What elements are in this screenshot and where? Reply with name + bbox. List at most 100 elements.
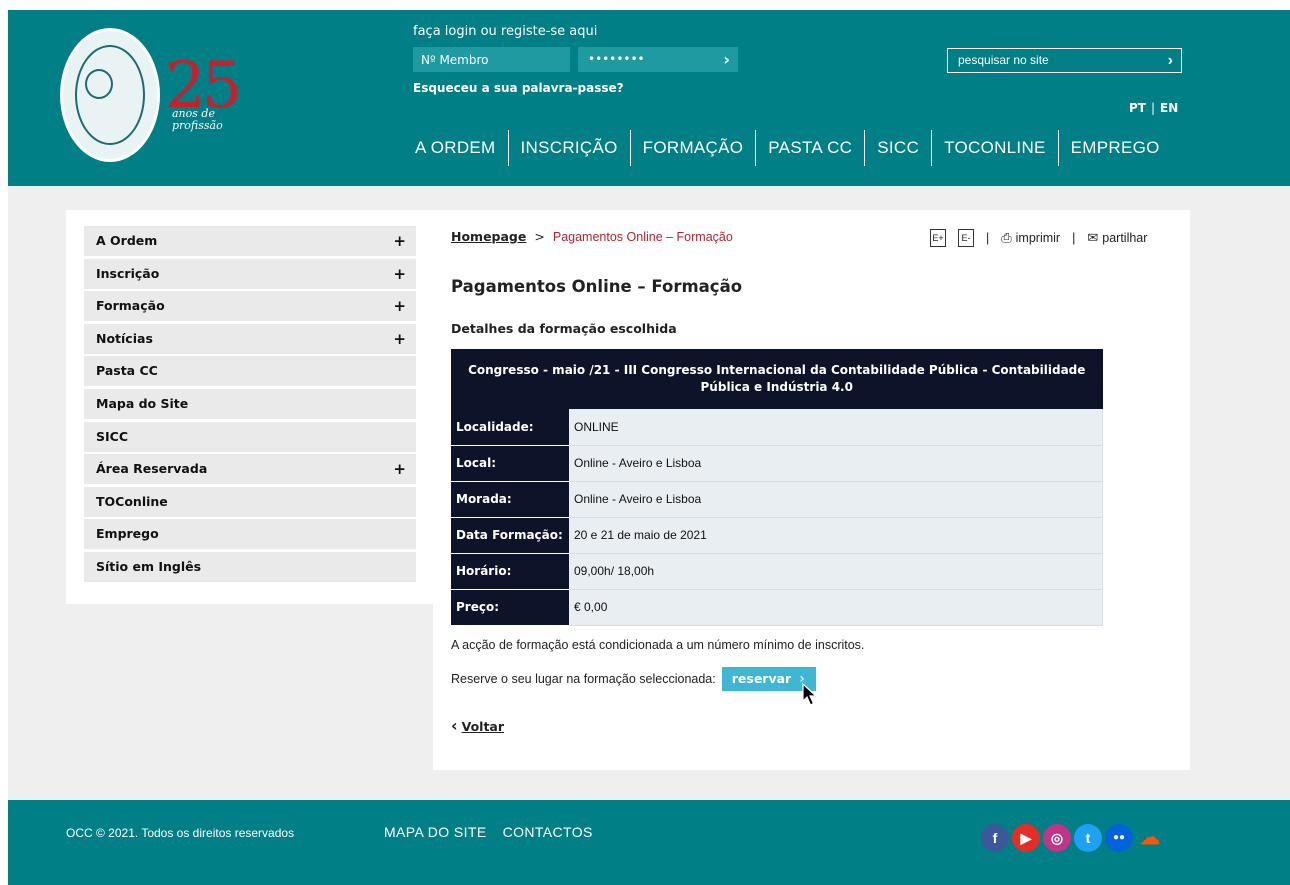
login-prompt[interactable]: faça login ou registe-se aqui	[413, 24, 597, 39]
sidebar-item-pasta-cc[interactable]: Pasta CC	[84, 356, 416, 387]
search-input[interactable]: pesquisar no site ›	[947, 48, 1182, 73]
detail-label: Morada:	[451, 481, 569, 518]
member-number-input[interactable]	[413, 47, 570, 72]
nav-sicc[interactable]: SICC	[864, 130, 931, 166]
main-nav: A ORDEM INSCRIÇÃO FORMAÇÃO PASTA CC SICC…	[413, 130, 1172, 166]
sidebar-item-mapa-do-site[interactable]: Mapa do Site	[84, 388, 416, 419]
section-subtitle: Detalhes da formação escolhida	[451, 321, 677, 336]
nav-emprego[interactable]: EMPREGO	[1057, 130, 1172, 166]
youtube-icon[interactable]: ▶	[1012, 824, 1040, 852]
sidebar-item-label: Pasta CC	[96, 363, 158, 379]
back-link[interactable]: ‹ Voltar	[451, 716, 504, 735]
table-row: Localidade: ONLINE	[451, 409, 1103, 446]
breadcrumb-current: Pagamentos Online – Formação	[552, 230, 733, 244]
soundcloud-icon[interactable]: ☁	[1136, 824, 1164, 852]
sidebar-item-area-reservada[interactable]: Área Reservada +	[84, 454, 416, 485]
sidebar-item-label: Emprego	[96, 526, 159, 542]
footer-link-contacts[interactable]: CONTACTOS	[503, 824, 593, 840]
password-mask: ••••••••	[588, 52, 645, 66]
search-placeholder: pesquisar no site	[958, 53, 1049, 67]
login-submit-icon[interactable]: ›	[723, 47, 730, 72]
expand-icon[interactable]: +	[393, 259, 406, 289]
reserve-prompt: Reserve o seu lugar na formação seleccio…	[451, 672, 716, 686]
forgot-password-link[interactable]: Esqueceu a sua palavra-passe?	[413, 81, 624, 95]
nav-toconline[interactable]: TOCONLINE	[931, 130, 1058, 166]
sidebar-item-emprego[interactable]: Emprego	[84, 519, 416, 550]
sidebar-item-inscricao[interactable]: Inscrição +	[84, 258, 416, 289]
sidebar-item-label: Mapa do Site	[96, 395, 189, 411]
sidebar-item-label: Inscrição	[96, 265, 160, 281]
search-submit-icon[interactable]: ›	[1168, 49, 1173, 72]
decrease-font-icon[interactable]: E-	[958, 229, 974, 247]
breadcrumb-home-link[interactable]: Homepage	[451, 229, 526, 244]
detail-value: € 0,00	[569, 589, 1103, 626]
sidebar-item-label: Sítio em Inglês	[96, 558, 202, 574]
table-row: Data Formação: 20 e 21 de maio de 2021	[451, 517, 1103, 554]
chevron-left-icon: ‹	[451, 716, 458, 735]
table-row: Local: Online - Aveiro e Lisboa	[451, 445, 1103, 482]
table-row: Preço: € 0,00	[451, 589, 1103, 626]
flickr-icon[interactable]: ●●	[1105, 824, 1133, 852]
minimum-enrollment-note: A acção de formação está condicionada a …	[451, 638, 865, 652]
back-label: Voltar	[461, 719, 505, 734]
sidebar-item-sicc[interactable]: SICC	[84, 421, 416, 452]
expand-icon[interactable]: +	[393, 291, 406, 321]
occ-seal-logo[interactable]	[60, 28, 160, 162]
page-tools: E+ E- | ⎙ imprimir | ✉ partilhar	[930, 229, 1147, 247]
copyright-text: OCC © 2021. Todos os direitos reservados	[66, 826, 295, 840]
detail-value: Online - Aveiro e Lisboa	[569, 445, 1103, 482]
expand-icon[interactable]: +	[393, 454, 406, 484]
detail-label: Preço:	[451, 589, 569, 626]
anniversary-text: anos de profissão	[172, 107, 223, 132]
course-title: Congresso - maio /21 - III Congresso Int…	[451, 349, 1103, 409]
password-input[interactable]: •••••••• ›	[578, 47, 738, 72]
twitter-icon[interactable]: t	[1074, 824, 1102, 852]
sidebar-item-label: Notícias	[96, 330, 153, 346]
facebook-icon[interactable]: f	[981, 824, 1009, 852]
course-details-table: Congresso - maio /21 - III Congresso Int…	[451, 349, 1103, 626]
mouse-cursor-icon	[802, 683, 818, 706]
reserve-row: Reserve o seu lugar na formação seleccio…	[451, 667, 816, 691]
envelope-icon: ✉	[1087, 230, 1099, 245]
reserve-label: reservar	[731, 671, 792, 686]
expand-icon[interactable]: +	[393, 324, 406, 354]
language-switcher: PT | EN	[1129, 101, 1179, 115]
footer-links: MAPA DO SITE CONTACTOS	[384, 824, 609, 840]
detail-value: 20 e 21 de maio de 2021	[569, 517, 1103, 554]
sidebar-item-toconline[interactable]: TOConline	[84, 486, 416, 517]
page-title: Pagamentos Online – Formação	[451, 277, 743, 296]
sidebar-item-label: Formação	[96, 298, 165, 314]
sidebar-item-sitio-em-ingles[interactable]: Sítio em Inglês	[84, 551, 416, 582]
detail-value: ONLINE	[569, 409, 1103, 446]
share-button[interactable]: ✉ partilhar	[1087, 230, 1147, 246]
detail-value: Online - Aveiro e Lisboa	[569, 481, 1103, 518]
detail-label: Horário:	[451, 553, 569, 590]
table-row: Horário: 09,00h/ 18,00h	[451, 553, 1103, 590]
detail-label: Local:	[451, 445, 569, 482]
breadcrumb-separator: >	[534, 229, 545, 244]
sidebar-item-noticias[interactable]: Notícias +	[84, 323, 416, 354]
detail-label: Localidade:	[451, 409, 569, 446]
nav-pasta-cc[interactable]: PASTA CC	[755, 130, 864, 166]
sidebar-item-formacao[interactable]: Formação +	[84, 291, 416, 322]
lang-pt[interactable]: PT	[1129, 101, 1146, 115]
print-button[interactable]: ⎙ imprimir	[1001, 230, 1060, 246]
breadcrumb: Homepage > Pagamentos Online – Formação	[451, 229, 733, 244]
sidebar-item-a-ordem[interactable]: A Ordem +	[84, 226, 416, 256]
nav-a-ordem[interactable]: A ORDEM	[413, 130, 508, 166]
expand-icon[interactable]: +	[393, 226, 406, 256]
table-row: Morada: Online - Aveiro e Lisboa	[451, 481, 1103, 518]
detail-value: 09,00h/ 18,00h	[569, 553, 1103, 590]
nav-inscricao[interactable]: INSCRIÇÃO	[507, 130, 630, 166]
sidebar-item-label: TOConline	[96, 493, 168, 509]
nav-formacao[interactable]: FORMAÇÃO	[629, 130, 756, 166]
sidebar-item-label: Área Reservada	[96, 461, 208, 477]
sidebar-menu: A Ordem + Inscrição + Formação + Notícias + …	[84, 226, 416, 585]
increase-font-icon[interactable]: E+	[930, 229, 946, 247]
lang-en[interactable]: EN	[1160, 101, 1178, 115]
sidebar-item-label: SICC	[96, 428, 129, 444]
printer-icon: ⎙	[1001, 230, 1012, 245]
footer-link-sitemap[interactable]: MAPA DO SITE	[384, 824, 487, 840]
instagram-icon[interactable]: ◎	[1043, 824, 1071, 852]
print-label: imprimir	[1015, 231, 1061, 245]
